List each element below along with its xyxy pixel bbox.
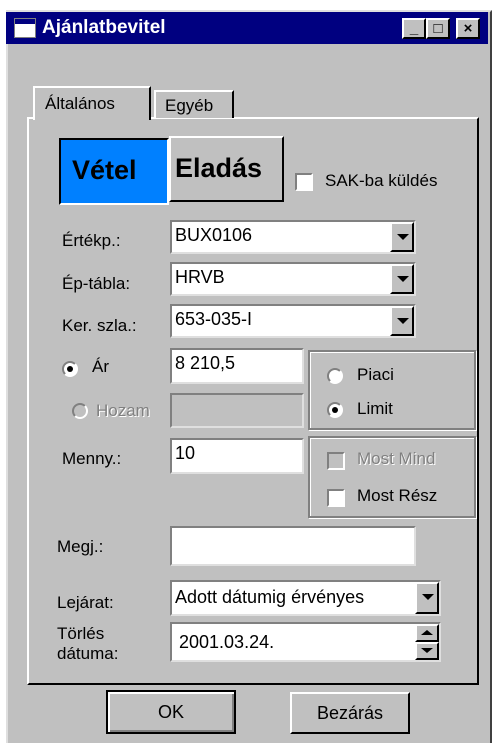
window-title: Ajánlatbevitel bbox=[42, 17, 166, 38]
most-resz-label: Most Rész bbox=[357, 486, 438, 505]
account-select[interactable]: 653-035-I bbox=[170, 304, 416, 338]
minimize-button[interactable]: _ bbox=[402, 18, 426, 39]
delete-date-label-line1: Törlés bbox=[57, 624, 105, 643]
market-radio[interactable] bbox=[327, 368, 343, 384]
close-window-button[interactable]: × bbox=[456, 18, 480, 39]
price-input[interactable]: 8 210,5 bbox=[170, 348, 304, 384]
close-icon: × bbox=[463, 20, 473, 37]
account-label: Ker. szla.: bbox=[62, 316, 137, 335]
most-mind-checkbox[interactable] bbox=[327, 452, 345, 470]
account-dropdown-arrow-icon[interactable] bbox=[390, 306, 414, 336]
board-select[interactable]: HRVB bbox=[170, 262, 416, 296]
date-spin-up-button[interactable] bbox=[415, 624, 439, 642]
yield-input[interactable] bbox=[170, 393, 304, 428]
expiry-label: Lejárat: bbox=[57, 593, 114, 612]
sell-label: Eladás bbox=[175, 153, 263, 183]
title-bar[interactable]: Ajánlatbevitel _ □ × bbox=[6, 12, 488, 44]
app-window-icon bbox=[14, 18, 36, 38]
delete-date-label-line2: dátuma: bbox=[57, 644, 119, 663]
price-radio[interactable] bbox=[62, 361, 78, 377]
tab-general[interactable]: Általános bbox=[33, 86, 151, 120]
buy-button[interactable]: Vétel bbox=[59, 138, 169, 205]
limit-radio[interactable] bbox=[327, 402, 343, 418]
price-label: Ár bbox=[92, 357, 109, 376]
close-button-label: Bezárás bbox=[316, 703, 384, 723]
most-mind-label: Most Mind bbox=[357, 449, 436, 468]
date-spin-down-button[interactable] bbox=[415, 642, 439, 660]
expiry-value: Adott dátumig érvényes bbox=[175, 587, 365, 607]
board-label: Ép-tábla: bbox=[62, 274, 131, 293]
note-input[interactable] bbox=[170, 526, 416, 566]
price-value: 8 210,5 bbox=[175, 353, 236, 373]
market-label: Piaci bbox=[357, 365, 394, 384]
note-label: Megj.: bbox=[57, 537, 104, 556]
board-value: HRVB bbox=[175, 267, 225, 287]
quantity-input[interactable]: 10 bbox=[170, 438, 304, 474]
sell-button[interactable]: Eladás bbox=[169, 136, 284, 202]
board-dropdown-arrow-icon[interactable] bbox=[390, 264, 414, 294]
ok-label: OK bbox=[157, 702, 184, 722]
ok-button[interactable]: OK bbox=[106, 690, 236, 734]
security-select[interactable]: BUX0106 bbox=[170, 220, 416, 254]
expiry-dropdown-arrow-icon[interactable] bbox=[415, 582, 439, 614]
account-value: 653-035-I bbox=[175, 309, 253, 329]
security-label: Értékp.: bbox=[62, 231, 121, 250]
tab-other-label: Egyéb bbox=[165, 96, 214, 115]
delete-date-value: 2001.03.24. bbox=[179, 632, 275, 652]
quantity-label: Menny.: bbox=[62, 449, 122, 468]
most-resz-checkbox[interactable] bbox=[327, 489, 345, 507]
sak-label: SAK-ba küldés bbox=[325, 171, 438, 190]
close-button[interactable]: Bezárás bbox=[290, 692, 410, 734]
maximize-button[interactable]: □ bbox=[426, 18, 450, 39]
tab-general-label: Általános bbox=[45, 94, 115, 113]
yield-label: Hozam bbox=[96, 401, 150, 420]
security-dropdown-arrow-icon[interactable] bbox=[390, 222, 414, 252]
spin-down-arrow-icon bbox=[421, 648, 433, 653]
sak-checkbox[interactable] bbox=[295, 173, 313, 191]
yield-radio[interactable] bbox=[72, 403, 88, 419]
expiry-select[interactable]: Adott dátumig érvényes bbox=[170, 580, 441, 616]
tab-other[interactable]: Egyéb bbox=[154, 90, 234, 118]
limit-label: Limit bbox=[357, 399, 393, 418]
security-value: BUX0106 bbox=[175, 225, 253, 245]
maximize-icon: □ bbox=[433, 20, 443, 37]
quantity-value: 10 bbox=[175, 443, 196, 463]
minimize-icon: _ bbox=[409, 20, 419, 37]
buy-label: Vétel bbox=[72, 155, 137, 185]
spin-up-arrow-icon bbox=[421, 630, 433, 635]
delete-date-input[interactable]: 2001.03.24. bbox=[170, 622, 441, 662]
